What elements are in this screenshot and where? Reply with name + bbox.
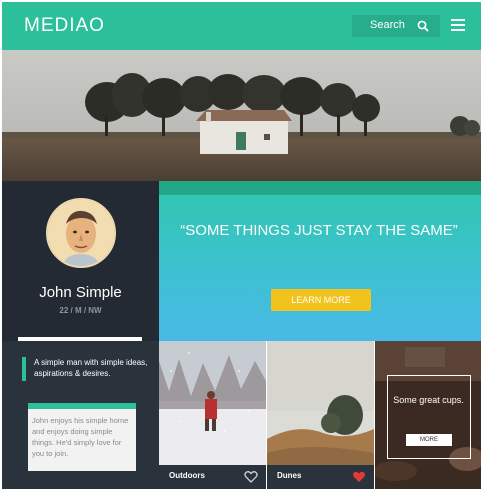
info-card-text: John enjoys his simple home and enjoys d… xyxy=(32,416,129,458)
info-title: A simple man with simple ideas, aspirati… xyxy=(34,358,148,378)
hero-image xyxy=(2,50,481,181)
quote-panel: “SOME THINGS JUST STAY THE SAME” LEARN M… xyxy=(159,181,481,341)
tile-dunes[interactable]: Dunes xyxy=(267,341,374,489)
learn-more-button[interactable]: LEARN MORE xyxy=(271,289,371,311)
page: MEDIAO Search John Simple 22 / M / NW “S… xyxy=(2,2,481,489)
quote-text: “SOME THINGS JUST STAY THE SAME” xyxy=(180,222,458,239)
tile-caption-bar: Outdoors xyxy=(159,465,266,489)
search-box[interactable]: Search xyxy=(352,15,440,37)
hamburger-menu-icon[interactable] xyxy=(451,19,465,33)
search-label[interactable]: Search xyxy=(370,19,405,31)
farmhouse-landscape-illustration xyxy=(2,50,481,181)
avatar[interactable] xyxy=(46,198,116,268)
profile-name: John Simple xyxy=(39,284,122,301)
logo[interactable]: MEDIAO xyxy=(24,15,105,37)
info-card: John enjoys his simple home and enjoys d… xyxy=(28,403,136,471)
info-accent-bar xyxy=(22,357,26,381)
tile-promo[interactable]: Some great cups. MORE xyxy=(375,341,481,489)
portrait-illustration xyxy=(48,200,114,266)
promo-text: Some great cups. xyxy=(393,395,464,405)
profile-card: John Simple 22 / M / NW xyxy=(2,181,159,341)
profile-meta: 22 / M / NW xyxy=(59,306,102,315)
tile-caption-bar: Dunes xyxy=(267,465,374,489)
heart-filled-icon[interactable] xyxy=(352,470,366,484)
info-panel: A simple man with simple ideas, aspirati… xyxy=(2,341,159,489)
search-icon[interactable] xyxy=(416,19,430,33)
promo-box: Some great cups. MORE xyxy=(387,375,471,459)
tile-label: Outdoors xyxy=(169,471,205,480)
tile-outdoors[interactable]: Outdoors xyxy=(159,341,266,489)
top-nav: MEDIAO Search xyxy=(2,2,481,50)
more-button[interactable]: MORE xyxy=(406,434,452,446)
quote-top-strip xyxy=(159,181,481,195)
tile-label: Dunes xyxy=(277,471,302,480)
heart-outline-icon[interactable] xyxy=(244,470,258,484)
